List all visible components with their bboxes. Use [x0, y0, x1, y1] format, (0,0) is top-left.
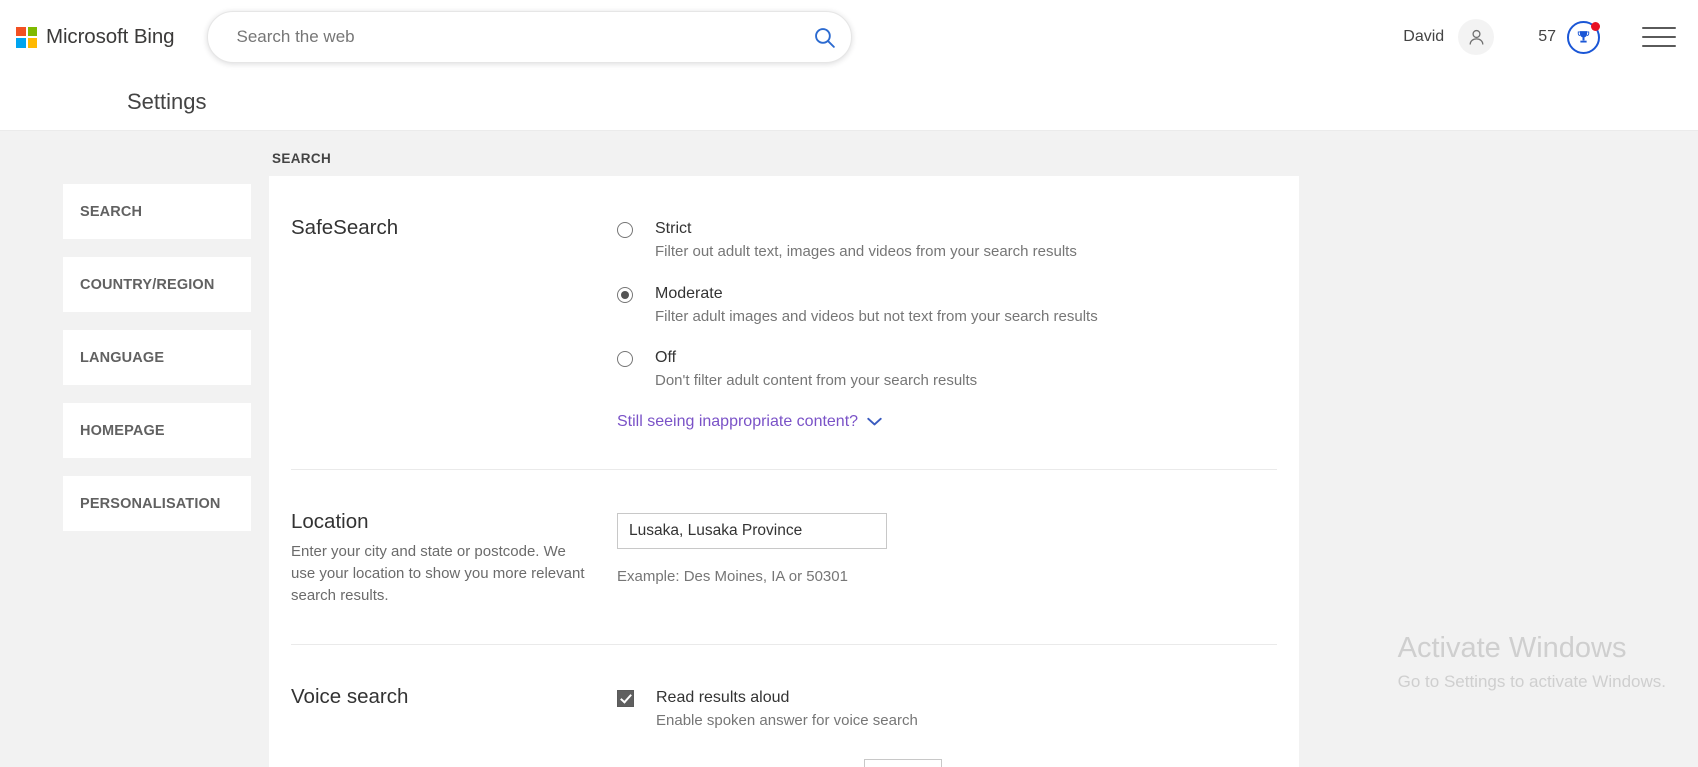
option-description: Don't filter adult content from your sea…	[655, 372, 978, 389]
location-hint: Example: Des Moines, IA or 50301	[617, 567, 848, 585]
location-input[interactable]	[617, 512, 887, 549]
location-row: Location Enter your city and state or po…	[291, 470, 1277, 646]
radio-moderate[interactable]	[617, 286, 633, 303]
chevron-down-icon[interactable]	[867, 417, 882, 427]
location-content: Example: Des Moines, IA or 50301	[617, 510, 1277, 607]
location-label-col: Location Enter your city and state or po…	[291, 510, 617, 607]
sidebar-item-label: HOMEPAGE	[80, 422, 165, 439]
sidebar-item-label: COUNTRY/REGION	[80, 276, 215, 293]
radio-off[interactable]	[617, 351, 633, 367]
notification-dot	[1591, 21, 1600, 31]
search-icon	[815, 27, 835, 48]
safesearch-title: SafeSearch	[291, 216, 399, 239]
bing-brand-logo[interactable]: Microsoft Bing	[16, 25, 175, 49]
read-results-aloud-option[interactable]: Read results aloud Enable spoken answer …	[617, 688, 1277, 731]
header-right-controls: David 57	[1403, 19, 1676, 55]
option-description: Filter out adult text, images and videos…	[655, 243, 1077, 260]
option-label: Moderate	[655, 284, 723, 302]
sidebar-item-search[interactable]: SEARCH	[63, 184, 251, 239]
user-name-label: David	[1403, 28, 1445, 45]
sidebar-item-personalisation[interactable]: PERSONALISATION	[63, 476, 251, 531]
inappropriate-content-link-label: Still seeing inappropriate content?	[617, 412, 859, 430]
checkbox-read-results-aloud[interactable]	[617, 690, 634, 708]
voice-search-label-col: Voice search	[291, 685, 617, 767]
safesearch-row: SafeSearch Strict Filter out adult text,…	[291, 176, 1277, 470]
microsoft-logo-icon	[16, 26, 37, 48]
safesearch-option-strict[interactable]: Strict Filter out adult text, images and…	[617, 219, 1277, 262]
radio-strict[interactable]	[617, 222, 633, 238]
option-label: Off	[655, 349, 677, 366]
voice-select[interactable]: Auto	[864, 758, 943, 767]
rewards-button[interactable]: 57	[1538, 20, 1600, 54]
voice-select-row: Select the voice you'd like to hear Auto	[617, 758, 1277, 767]
sidebar-item-label: SEARCH	[80, 203, 143, 220]
top-header: Microsoft Bing David 57	[0, 0, 1698, 74]
inappropriate-content-link[interactable]: Still seeing inappropriate content?	[617, 413, 882, 431]
location-description: Enter your city and state or postcode. W…	[291, 543, 585, 604]
safesearch-options: Strict Filter out adult text, images and…	[617, 216, 1277, 431]
hamburger-menu-icon[interactable]	[1642, 24, 1676, 50]
settings-subheader: Settings	[0, 74, 1698, 131]
sidebar-item-country-region[interactable]: COUNTRY/REGION	[63, 257, 251, 312]
sidebar-item-homepage[interactable]: HOMEPAGE	[63, 403, 251, 458]
rewards-trophy-icon	[1567, 20, 1600, 54]
sidebar-item-language[interactable]: LANGUAGE	[63, 330, 251, 385]
checkbox-label: Read results aloud	[656, 689, 790, 707]
search-bar[interactable]	[207, 11, 853, 63]
sidebar-item-label: LANGUAGE	[80, 349, 165, 366]
voice-search-content: Read results aloud Enable spoken answer …	[617, 685, 1277, 767]
sidebar-item-label: PERSONALISATION	[80, 495, 221, 512]
rewards-count-label: 57	[1538, 28, 1556, 45]
voice-search-title: Voice search	[291, 685, 409, 709]
page-title: Settings	[127, 89, 207, 114]
person-icon[interactable]	[1458, 19, 1495, 55]
settings-page: SEARCH COUNTRY/REGION LANGUAGE HOMEPAGE …	[0, 131, 1698, 767]
checkbox-description: Enable spoken answer for voice search	[656, 712, 918, 730]
settings-card: SafeSearch Strict Filter out adult text,…	[269, 176, 1299, 767]
settings-main-column: SEARCH SafeSearch Strict Filter out adul…	[269, 131, 1299, 767]
option-label: Strict	[655, 220, 692, 237]
voice-search-row: Voice search Read results aloud Enable s…	[291, 645, 1277, 767]
option-description: Filter adult images and videos but not t…	[655, 307, 1098, 325]
safesearch-label-col: SafeSearch	[291, 216, 617, 431]
safesearch-option-off[interactable]: Off Don't filter adult content from your…	[617, 348, 1277, 391]
search-submit-button[interactable]	[801, 14, 847, 60]
section-kicker: SEARCH	[272, 151, 332, 166]
location-title: Location	[291, 509, 369, 533]
search-input[interactable]	[236, 27, 802, 47]
safesearch-option-moderate[interactable]: Moderate Filter adult images and videos …	[617, 284, 1277, 327]
brand-name-label: Microsoft Bing	[46, 25, 175, 48]
settings-sidebar: SEARCH COUNTRY/REGION LANGUAGE HOMEPAGE …	[63, 131, 251, 767]
